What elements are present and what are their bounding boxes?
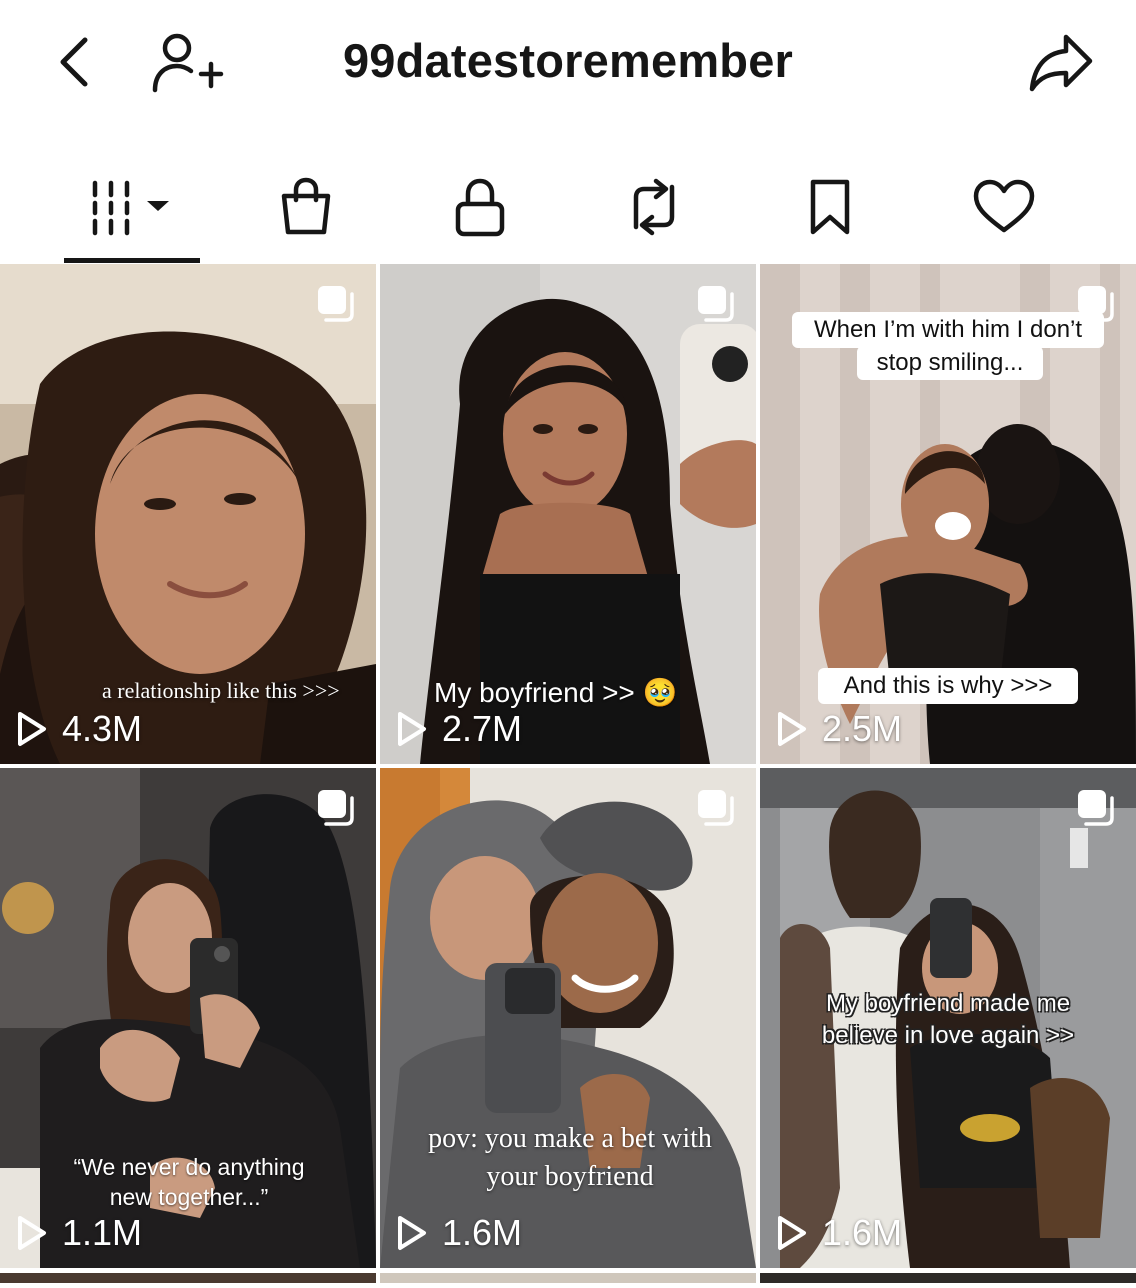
repost-icon (633, 178, 675, 236)
view-count-value: 1.6M (822, 1212, 903, 1253)
tab-shop[interactable] (266, 150, 346, 264)
heart-icon (973, 179, 1035, 233)
video-caption-line1: pov: you make a bet with (428, 1123, 712, 1154)
share-arrow-icon (1029, 34, 1093, 92)
view-count-value: 1.1M (62, 1212, 143, 1253)
play-icon (18, 1216, 46, 1250)
multiple-posts-icon (318, 286, 354, 322)
video-caption-line2: believe in love again >> (821, 1022, 1075, 1049)
view-count: 4.3M (16, 708, 142, 750)
tab-favorites[interactable] (790, 150, 870, 264)
share-button[interactable] (1016, 22, 1106, 102)
tab-reposts[interactable] (614, 150, 694, 264)
video-caption-line2: new together...” (109, 1184, 269, 1210)
chevron-left-icon (60, 37, 88, 87)
view-count: 1.6M (776, 1212, 902, 1254)
view-count: 2.5M (776, 708, 902, 750)
video-thumbnail-6[interactable]: My boyfriend made me believe in love aga… (760, 768, 1136, 1268)
view-count-value: 2.5M (822, 708, 903, 749)
multiple-posts-icon (698, 790, 734, 826)
video-caption-line2: your boyfriend (486, 1161, 654, 1192)
view-count: 1.6M (396, 1212, 522, 1254)
play-icon (18, 712, 46, 746)
profile-header: 99datestoremember (0, 0, 1136, 125)
add-friend-button[interactable] (142, 22, 232, 102)
videos-grid-icon (92, 180, 169, 236)
back-button[interactable] (40, 22, 110, 102)
active-tab-indicator (64, 258, 200, 263)
view-count: 1.1M (16, 1212, 142, 1254)
video-caption: a relationship like this >>> (102, 678, 340, 703)
next-row-preview (0, 1270, 1136, 1283)
play-icon (778, 712, 806, 746)
video-caption-top-line2: stop smiling... (857, 346, 1043, 380)
tab-videos[interactable] (64, 150, 200, 264)
multiple-posts-icon (1078, 790, 1114, 826)
shopping-bag-icon (281, 177, 331, 235)
view-count-value: 1.6M (442, 1212, 523, 1253)
video-caption-line1: My boyfriend made me (825, 990, 1071, 1017)
next-row-thumbnails (0, 1273, 1136, 1283)
tab-private[interactable] (440, 150, 520, 264)
add-user-icon (152, 33, 224, 93)
video-caption-top-line1: When I’m with him I don’t (792, 312, 1104, 348)
video-caption: My boyfriend made me believe in love aga… (780, 988, 1116, 1052)
lock-icon (455, 178, 505, 237)
video-caption: “We never do anything new together...” (24, 1152, 354, 1212)
play-icon (398, 712, 426, 746)
video-caption-bottom: And this is why >>> (818, 668, 1078, 704)
video-thumbnail-4[interactable]: “We never do anything new together...” 1… (0, 768, 376, 1268)
video-grid: a relationship like this >>> 4.3M My boy… (0, 264, 1136, 1283)
video-caption: My boyfriend >> 🥹 (434, 677, 678, 708)
multiple-posts-icon (318, 790, 354, 826)
view-count-value: 2.7M (442, 708, 523, 749)
video-caption-line1: “We never do anything (73, 1154, 305, 1180)
view-count-value: 4.3M (62, 708, 143, 749)
video-caption: pov: you make a bet with your boyfriend (402, 1120, 738, 1196)
video-thumbnail-5[interactable]: pov: you make a bet with your boyfriend … (380, 768, 756, 1268)
profile-tabs (0, 150, 1136, 264)
play-icon (398, 1216, 426, 1250)
bookmark-icon (810, 179, 850, 235)
play-icon (778, 1216, 806, 1250)
profile-username: 99datestoremember (342, 34, 794, 87)
video-thumbnail-1[interactable]: a relationship like this >>> 4.3M (0, 264, 376, 764)
video-thumbnail-3[interactable]: When I’m with him I don’t stop smiling..… (760, 264, 1136, 764)
tab-liked[interactable] (962, 150, 1046, 264)
view-count: 2.7M (396, 708, 522, 750)
video-thumbnail-2[interactable]: My boyfriend >> 🥹 2.7M (380, 264, 756, 764)
multiple-posts-icon (698, 286, 734, 322)
